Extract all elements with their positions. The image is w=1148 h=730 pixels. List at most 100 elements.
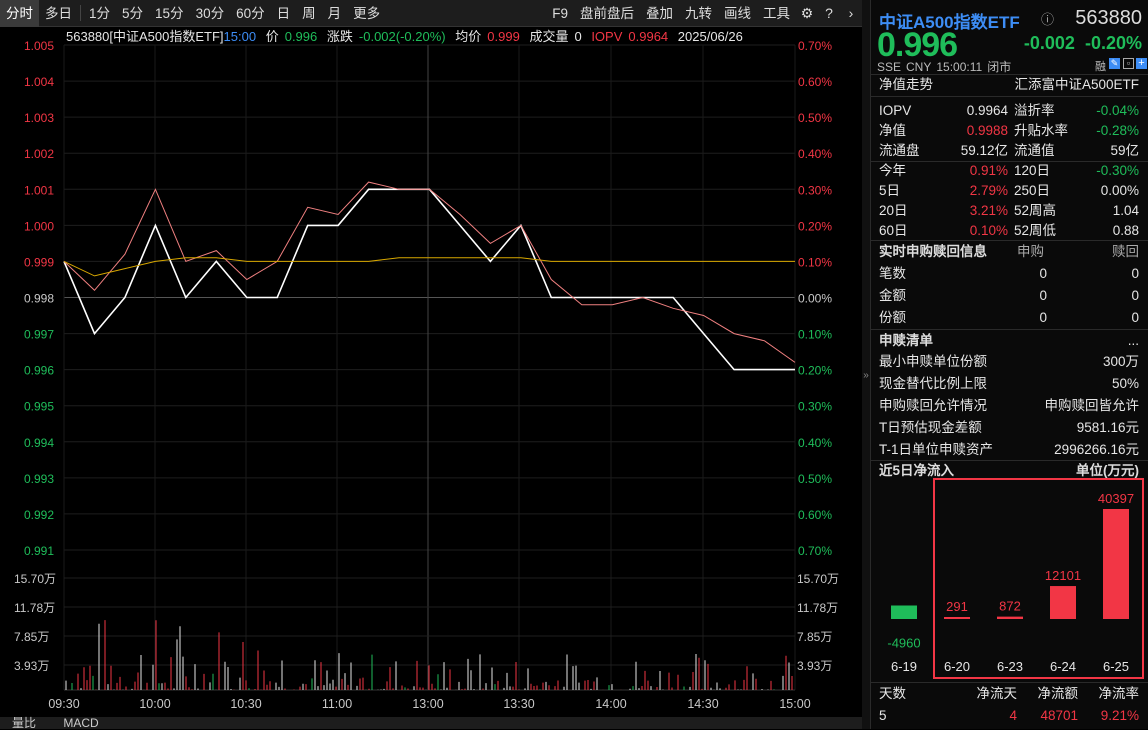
stat-label: 250日 xyxy=(1014,181,1050,201)
price-tick-label: 0.994 xyxy=(24,436,54,450)
help-icon[interactable]: ? xyxy=(818,5,840,21)
quote-date: 2025/06/26 xyxy=(678,29,743,44)
row-value: 50% xyxy=(1112,374,1139,394)
percent-tick-label: 0.10% xyxy=(798,255,832,269)
tab-volume-ratio[interactable]: 量比 xyxy=(0,717,48,729)
more-button[interactable]: ... xyxy=(1128,331,1139,351)
row-value: 9581.16元 xyxy=(1077,418,1139,438)
row-value: 300万 xyxy=(1103,352,1139,372)
row-label: T日预估现金差额 xyxy=(879,418,982,438)
iopv-value: 0.9964 xyxy=(628,29,668,44)
draw-line-button[interactable]: 画线 xyxy=(718,0,757,27)
row-label: 金额 xyxy=(879,286,906,306)
avg-price-line xyxy=(64,258,795,276)
time-tick-label: 15:00 xyxy=(779,697,810,711)
tab-30min[interactable]: 30分 xyxy=(190,0,231,27)
currency: CNY xyxy=(906,60,931,74)
price-value: 0.996 xyxy=(285,29,318,44)
add-icon[interactable]: + xyxy=(1136,58,1147,69)
redeem-value: 0 xyxy=(1131,308,1139,328)
stat-value: -0.28% xyxy=(1096,121,1139,141)
volume-tick-label: 11.78万 xyxy=(14,601,55,615)
row-value: 申购赎回皆允许 xyxy=(1045,396,1140,416)
tab-15min[interactable]: 15分 xyxy=(149,0,190,27)
percent-tick-label: 0.20% xyxy=(798,364,832,378)
stat-label: 流通值 xyxy=(1014,141,1055,161)
price-tick-label: 0.995 xyxy=(24,400,54,414)
stat-row: 60日0.10% 52周低0.88 xyxy=(871,221,1148,241)
stat-value: 0.9964 xyxy=(967,101,1008,121)
window-icon[interactable]: ▫ xyxy=(1123,58,1134,69)
realtime-header: 实时申购赎回信息 申购 赎回 xyxy=(871,242,1148,262)
price-tick-label: 0.991 xyxy=(24,544,54,558)
nav-trend-row[interactable]: 净值走势 汇添富中证A500ETF xyxy=(871,75,1148,95)
tab-month[interactable]: 月 xyxy=(322,0,348,27)
list-row: 现金替代比例上限 50% xyxy=(871,374,1148,394)
nine-turn-button[interactable]: 九转 xyxy=(679,0,718,27)
realtime-row: 份额 0 0 xyxy=(871,308,1148,328)
volume-tick-label: 15.70万 xyxy=(797,572,839,586)
info-icon[interactable]: ⓘ xyxy=(1041,9,1054,28)
tab-1min[interactable]: 1分 xyxy=(83,0,116,27)
stat-label: 52周低 xyxy=(1014,221,1056,241)
change-amount: -0.002 xyxy=(1024,33,1075,53)
volume-tick-label: 3.93万 xyxy=(797,659,832,673)
edit-icon[interactable]: ✎ xyxy=(1109,58,1120,69)
column-header: 赎回 xyxy=(1112,242,1139,262)
row-label: 笔数 xyxy=(879,264,906,284)
tools-button[interactable]: 工具 xyxy=(757,0,796,27)
row-label: T-1日单位申赎资产 xyxy=(879,440,993,460)
quote-time: 15:00 xyxy=(224,29,257,44)
chevron-right-icon[interactable]: › xyxy=(840,5,862,21)
tab-day[interactable]: 日 xyxy=(271,0,297,27)
stat-row: 流通盘59.12亿 流通值59亿 xyxy=(871,141,1148,161)
row-label: 现金替代比例上限 xyxy=(879,374,987,394)
margin-icon: 融 xyxy=(1095,58,1106,74)
f9-button[interactable]: F9 xyxy=(546,0,574,27)
row-label: 份额 xyxy=(879,308,906,328)
redeem-value: 0 xyxy=(1131,286,1139,306)
divider xyxy=(871,240,1148,241)
percent-tick-label: 0.40% xyxy=(798,436,832,450)
price-tick-label: 1.000 xyxy=(24,219,54,233)
subscribe-value: 0 xyxy=(1039,286,1047,306)
tab-5min[interactable]: 5分 xyxy=(116,0,149,27)
tab-60min[interactable]: 60分 xyxy=(230,0,271,27)
tab-macd[interactable]: MACD xyxy=(51,717,110,729)
stat-value: 0.10% xyxy=(970,221,1008,241)
tab-more[interactable]: 更多 xyxy=(347,0,386,27)
tab-fenshi[interactable]: 分时 xyxy=(0,0,39,27)
tab-multiday[interactable]: 多日 xyxy=(39,0,78,27)
tab-week[interactable]: 周 xyxy=(296,0,322,27)
gear-icon[interactable]: ⚙ xyxy=(796,5,818,22)
collapse-panel-toggle[interactable]: » xyxy=(862,0,870,729)
percent-tick-label: 0.50% xyxy=(798,111,832,125)
intraday-chart[interactable]: 1.0050.70%1.0040.60%1.0030.50%1.0020.40%… xyxy=(0,0,862,729)
stat-label: 升贴水率 xyxy=(1014,121,1068,141)
volume-tick-label: 7.85万 xyxy=(14,630,49,644)
change-percent: -0.20% xyxy=(1085,33,1142,53)
time-tick-label: 14:30 xyxy=(687,697,718,711)
stat-label: 60日 xyxy=(879,221,908,241)
stat-label: IOPV xyxy=(879,101,911,121)
volume-tick-label: 11.78万 xyxy=(797,601,838,615)
price-tick-label: 1.004 xyxy=(24,75,54,89)
list-row: T日预估现金差额 9581.16元 xyxy=(871,418,1148,438)
percent-tick-label: 0.60% xyxy=(798,508,832,522)
stat-value: 0.91% xyxy=(970,161,1008,181)
stat-label: 20日 xyxy=(879,201,908,221)
stat-label: 溢折率 xyxy=(1014,101,1055,121)
quote-info-bar: 563880[中证A500指数ETF]15:00 价0.996 涨跌-0.002… xyxy=(0,27,862,47)
percent-tick-label: 0.50% xyxy=(798,472,832,486)
summary-values: 5 4 48701 9.21% xyxy=(871,706,1148,726)
price-change: -0.002 -0.20% xyxy=(1024,33,1142,54)
price-tick-label: 1.003 xyxy=(24,111,54,125)
time-tick-label: 11:00 xyxy=(322,697,352,711)
list-row: T-1日单位申赎资产 2996266.16元 xyxy=(871,440,1148,460)
row-label: 申购赎回允许情况 xyxy=(879,396,987,416)
realtime-row: 笔数 0 0 xyxy=(871,264,1148,284)
outflow-value-label: -4960 xyxy=(887,635,920,650)
premarket-button[interactable]: 盘前盘后 xyxy=(574,0,640,27)
volume-tick-label: 7.85万 xyxy=(797,630,832,644)
overlay-button[interactable]: 叠加 xyxy=(640,0,679,27)
